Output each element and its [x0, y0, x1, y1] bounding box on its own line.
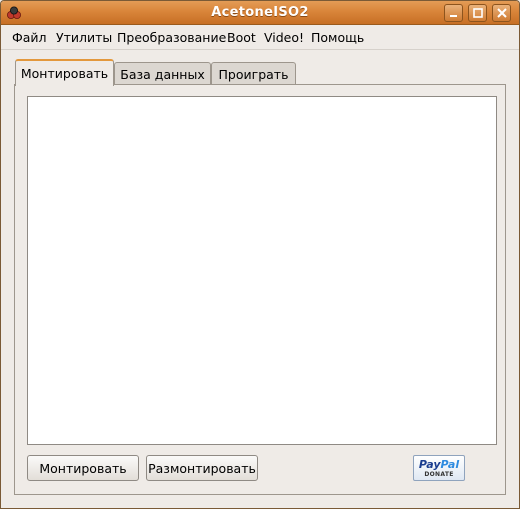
close-button[interactable]	[492, 4, 511, 22]
menu-conversion[interactable]: Преобразование	[117, 30, 226, 45]
paypal-logo: PayPal	[414, 458, 464, 471]
paypal-logo-pay: Pay	[418, 458, 441, 471]
maximize-button[interactable]	[468, 4, 487, 22]
mount-tab-panel: Монтировать Размонтировать PayPal DONATE	[14, 84, 506, 495]
menu-video[interactable]: Video!	[264, 30, 304, 45]
close-icon	[497, 8, 507, 18]
unmount-button[interactable]: Размонтировать	[146, 455, 258, 481]
paypal-donate-button[interactable]: PayPal DONATE	[413, 455, 465, 481]
menu-utilities[interactable]: Утилиты	[56, 30, 112, 45]
minimize-button[interactable]	[444, 4, 463, 22]
menu-file[interactable]: Файл	[12, 30, 47, 45]
paypal-logo-pal: Pal	[440, 458, 460, 471]
mounted-images-list[interactable]	[27, 96, 497, 445]
menu-boot[interactable]: Boot	[227, 30, 256, 45]
minimize-icon	[450, 15, 457, 17]
paypal-donate-label: DONATE	[424, 471, 454, 478]
menu-bar: Файл Утилиты Преобразование Boot Video! …	[1, 26, 519, 50]
tab-play[interactable]: Проиграть	[211, 62, 296, 86]
tab-mount[interactable]: Монтировать	[15, 59, 114, 86]
app-window: AcetoneISO2 Файл Утилиты Преобразование …	[0, 0, 520, 509]
mount-button[interactable]: Монтировать	[27, 455, 139, 481]
menu-help[interactable]: Помощь	[311, 30, 364, 45]
maximize-icon	[473, 8, 483, 18]
tab-database[interactable]: База данных	[114, 62, 211, 86]
title-bar[interactable]: AcetoneISO2	[1, 1, 519, 25]
window-title: AcetoneISO2	[211, 5, 309, 20]
